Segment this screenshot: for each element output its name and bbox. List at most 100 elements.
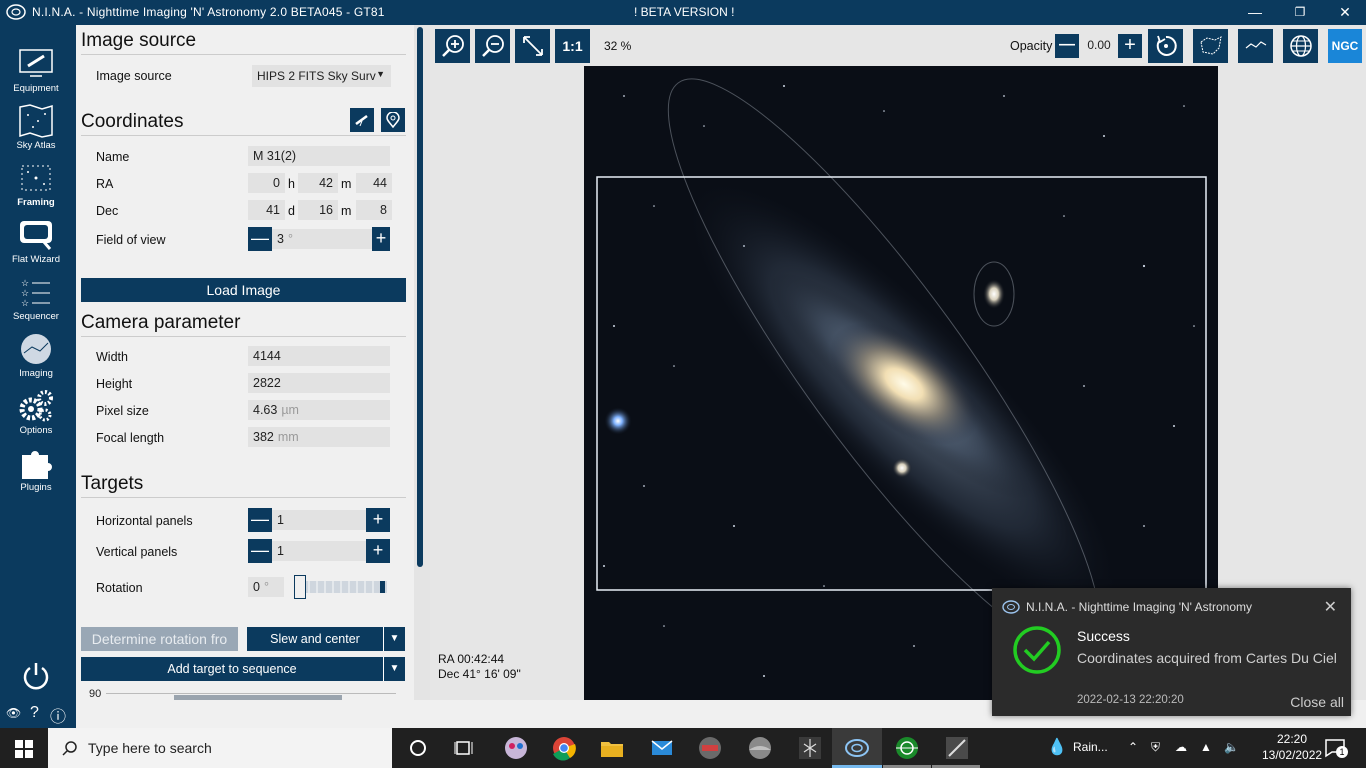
snip-tool-icon[interactable]	[502, 734, 530, 762]
location-coords-button[interactable]	[381, 108, 405, 132]
search-icon	[62, 741, 77, 756]
mail-icon[interactable]	[648, 734, 676, 762]
height-field[interactable]: 2822	[248, 373, 390, 393]
help-icon[interactable]: ?	[30, 704, 39, 722]
opacity-increase-button[interactable]: +	[1118, 34, 1142, 58]
taskbar-clock[interactable]: 22:20 13/02/2022	[1262, 731, 1322, 763]
constellation-boundaries-button[interactable]	[1193, 29, 1228, 63]
hpanels-decrease-button[interactable]: —	[248, 508, 272, 532]
chrome-icon[interactable]	[550, 734, 578, 762]
close-all-button[interactable]: Close all	[1290, 694, 1344, 710]
zoom-out-icon	[481, 35, 504, 57]
vertical-panels-field[interactable]: 1	[272, 541, 366, 561]
pixel-size-field[interactable]: 4.63 µm	[248, 400, 390, 420]
zoom-in-button[interactable]	[435, 29, 470, 63]
nina-taskbar-icon[interactable]	[843, 734, 871, 762]
fov-increase-button[interactable]: +	[372, 227, 390, 251]
ngc-annotation-button[interactable]: NGC	[1328, 29, 1362, 63]
panel-scrollbar-thumb[interactable]	[417, 27, 423, 567]
rotation-slider[interactable]	[294, 575, 387, 599]
task-view-icon[interactable]	[450, 734, 478, 762]
determine-rotation-button[interactable]: Determine rotation fro	[81, 627, 238, 651]
slew-and-center-button[interactable]: Slew and center	[247, 627, 383, 651]
sidebar-item-sky-atlas[interactable]: Sky Atlas	[0, 100, 72, 156]
image-source-heading: Image source	[81, 30, 406, 55]
vpanels-decrease-button[interactable]: —	[248, 539, 272, 563]
one-to-one-button[interactable]: 1:1	[555, 29, 590, 63]
width-label: Width	[96, 350, 128, 364]
horizontal-panels-field[interactable]: 1	[272, 510, 366, 530]
zoom-in-icon	[441, 35, 464, 57]
sidebar-item-label: Sky Atlas	[16, 140, 56, 151]
hpanels-increase-button[interactable]: +	[366, 508, 390, 532]
maximize-button[interactable]: ❐	[1277, 0, 1323, 25]
add-target-to-sequence-button[interactable]: Add target to sequence	[81, 657, 383, 681]
constellation-boundary-icon	[1199, 36, 1222, 55]
ra-minutes-field[interactable]: 42	[298, 173, 338, 193]
dec-minutes-field[interactable]: 16	[298, 200, 338, 220]
shield-icon[interactable]: ⛨	[1151, 740, 1160, 755]
zoom-out-button[interactable]	[475, 29, 510, 63]
rotation-field[interactable]: 0 °	[248, 577, 284, 597]
svg-text:☆: ☆	[21, 298, 29, 308]
power-icon[interactable]	[22, 661, 50, 691]
width-field[interactable]: 4144	[248, 346, 390, 366]
draw-app-icon[interactable]	[943, 734, 971, 762]
sidebar-item-sequencer[interactable]: ☆ ☆ ☆ Sequencer	[0, 271, 72, 327]
slew-options-dropdown[interactable]: ▼	[383, 627, 405, 651]
sidebar-item-options[interactable]: Options	[0, 385, 72, 441]
fov-decrease-button[interactable]: —	[248, 227, 272, 251]
dec-degrees-field[interactable]: 41	[248, 200, 285, 220]
image-source-value: HIPS 2 FITS Sky Surv	[257, 69, 376, 83]
sidebar-item-imaging[interactable]: Imaging	[0, 328, 72, 384]
windows-start-icon[interactable]	[15, 740, 33, 758]
weather-text[interactable]: Rain...	[1073, 740, 1108, 754]
weather-icon[interactable]: 💧	[1047, 737, 1067, 757]
chevron-up-icon[interactable]: ⌃	[1128, 740, 1138, 754]
wifi-icon[interactable]: ▲	[1200, 740, 1212, 754]
eye-icon[interactable]: 👁	[6, 706, 21, 720]
fov-field[interactable]: 3 °	[272, 229, 372, 249]
taskbar-search[interactable]: Type here to search	[48, 728, 392, 768]
phd2-icon[interactable]	[696, 734, 724, 762]
info-icon[interactable]: ⓘ	[50, 703, 66, 727]
rotation-slider-thumb[interactable]	[294, 575, 306, 599]
vpanels-increase-button[interactable]: +	[366, 539, 390, 563]
stellarium-icon[interactable]	[746, 734, 774, 762]
onedrive-icon[interactable]: ☁	[1175, 740, 1187, 754]
close-button[interactable]: ✕	[1322, 0, 1366, 25]
image-source-select[interactable]: HIPS 2 FITS Sky Surv ▼	[252, 65, 391, 87]
volume-icon[interactable]: 🔈	[1224, 740, 1239, 754]
focal-length-field[interactable]: 382 mm	[248, 427, 390, 447]
grid-button[interactable]	[1283, 29, 1318, 63]
notification-toast[interactable]: N.I.N.A. - Nighttime Imaging 'N' Astrono…	[992, 588, 1351, 716]
telescope-coords-button[interactable]	[350, 108, 374, 132]
sidebar-item-equipment[interactable]: Equipment	[0, 43, 72, 99]
dec-seconds-field[interactable]: 8	[356, 200, 392, 220]
sidebar-item-plugins[interactable]: Plugins	[0, 442, 72, 498]
sidebar-item-flat-wizard[interactable]: Flat Wizard	[0, 214, 72, 270]
ra-seconds-field[interactable]: 44	[356, 173, 392, 193]
cortana-icon[interactable]	[404, 734, 432, 762]
rotate-view-button[interactable]	[1148, 29, 1183, 63]
astap-icon[interactable]	[893, 734, 921, 762]
minimize-button[interactable]: —	[1232, 0, 1278, 25]
cartes-du-ciel-icon[interactable]	[796, 734, 824, 762]
ra-hours-unit: h	[288, 177, 295, 191]
close-icon[interactable]: ✕	[1324, 597, 1337, 617]
taskbar: Type here to search 💧 Rain... ⌃ ⛨ ☁ ▲ 🔈 …	[0, 728, 1366, 768]
opacity-value[interactable]: 0.00	[1082, 34, 1116, 56]
opacity-decrease-button[interactable]: —	[1055, 34, 1079, 58]
constellation-lines-button[interactable]	[1238, 29, 1273, 63]
telescope-icon	[355, 114, 368, 127]
name-field[interactable]: M 31(2)	[248, 146, 390, 166]
load-image-button[interactable]: Load Image	[81, 278, 406, 302]
add-target-options-dropdown[interactable]: ▼	[383, 657, 405, 681]
file-explorer-icon[interactable]	[598, 734, 626, 762]
ra-hours-field[interactable]: 0	[248, 173, 285, 193]
fit-to-screen-button[interactable]	[515, 29, 550, 63]
globe-icon	[1289, 35, 1312, 57]
panel-scrollbar[interactable]	[414, 25, 430, 700]
map-pin-icon	[386, 111, 400, 129]
sidebar-item-framing[interactable]: Framing	[0, 157, 72, 213]
